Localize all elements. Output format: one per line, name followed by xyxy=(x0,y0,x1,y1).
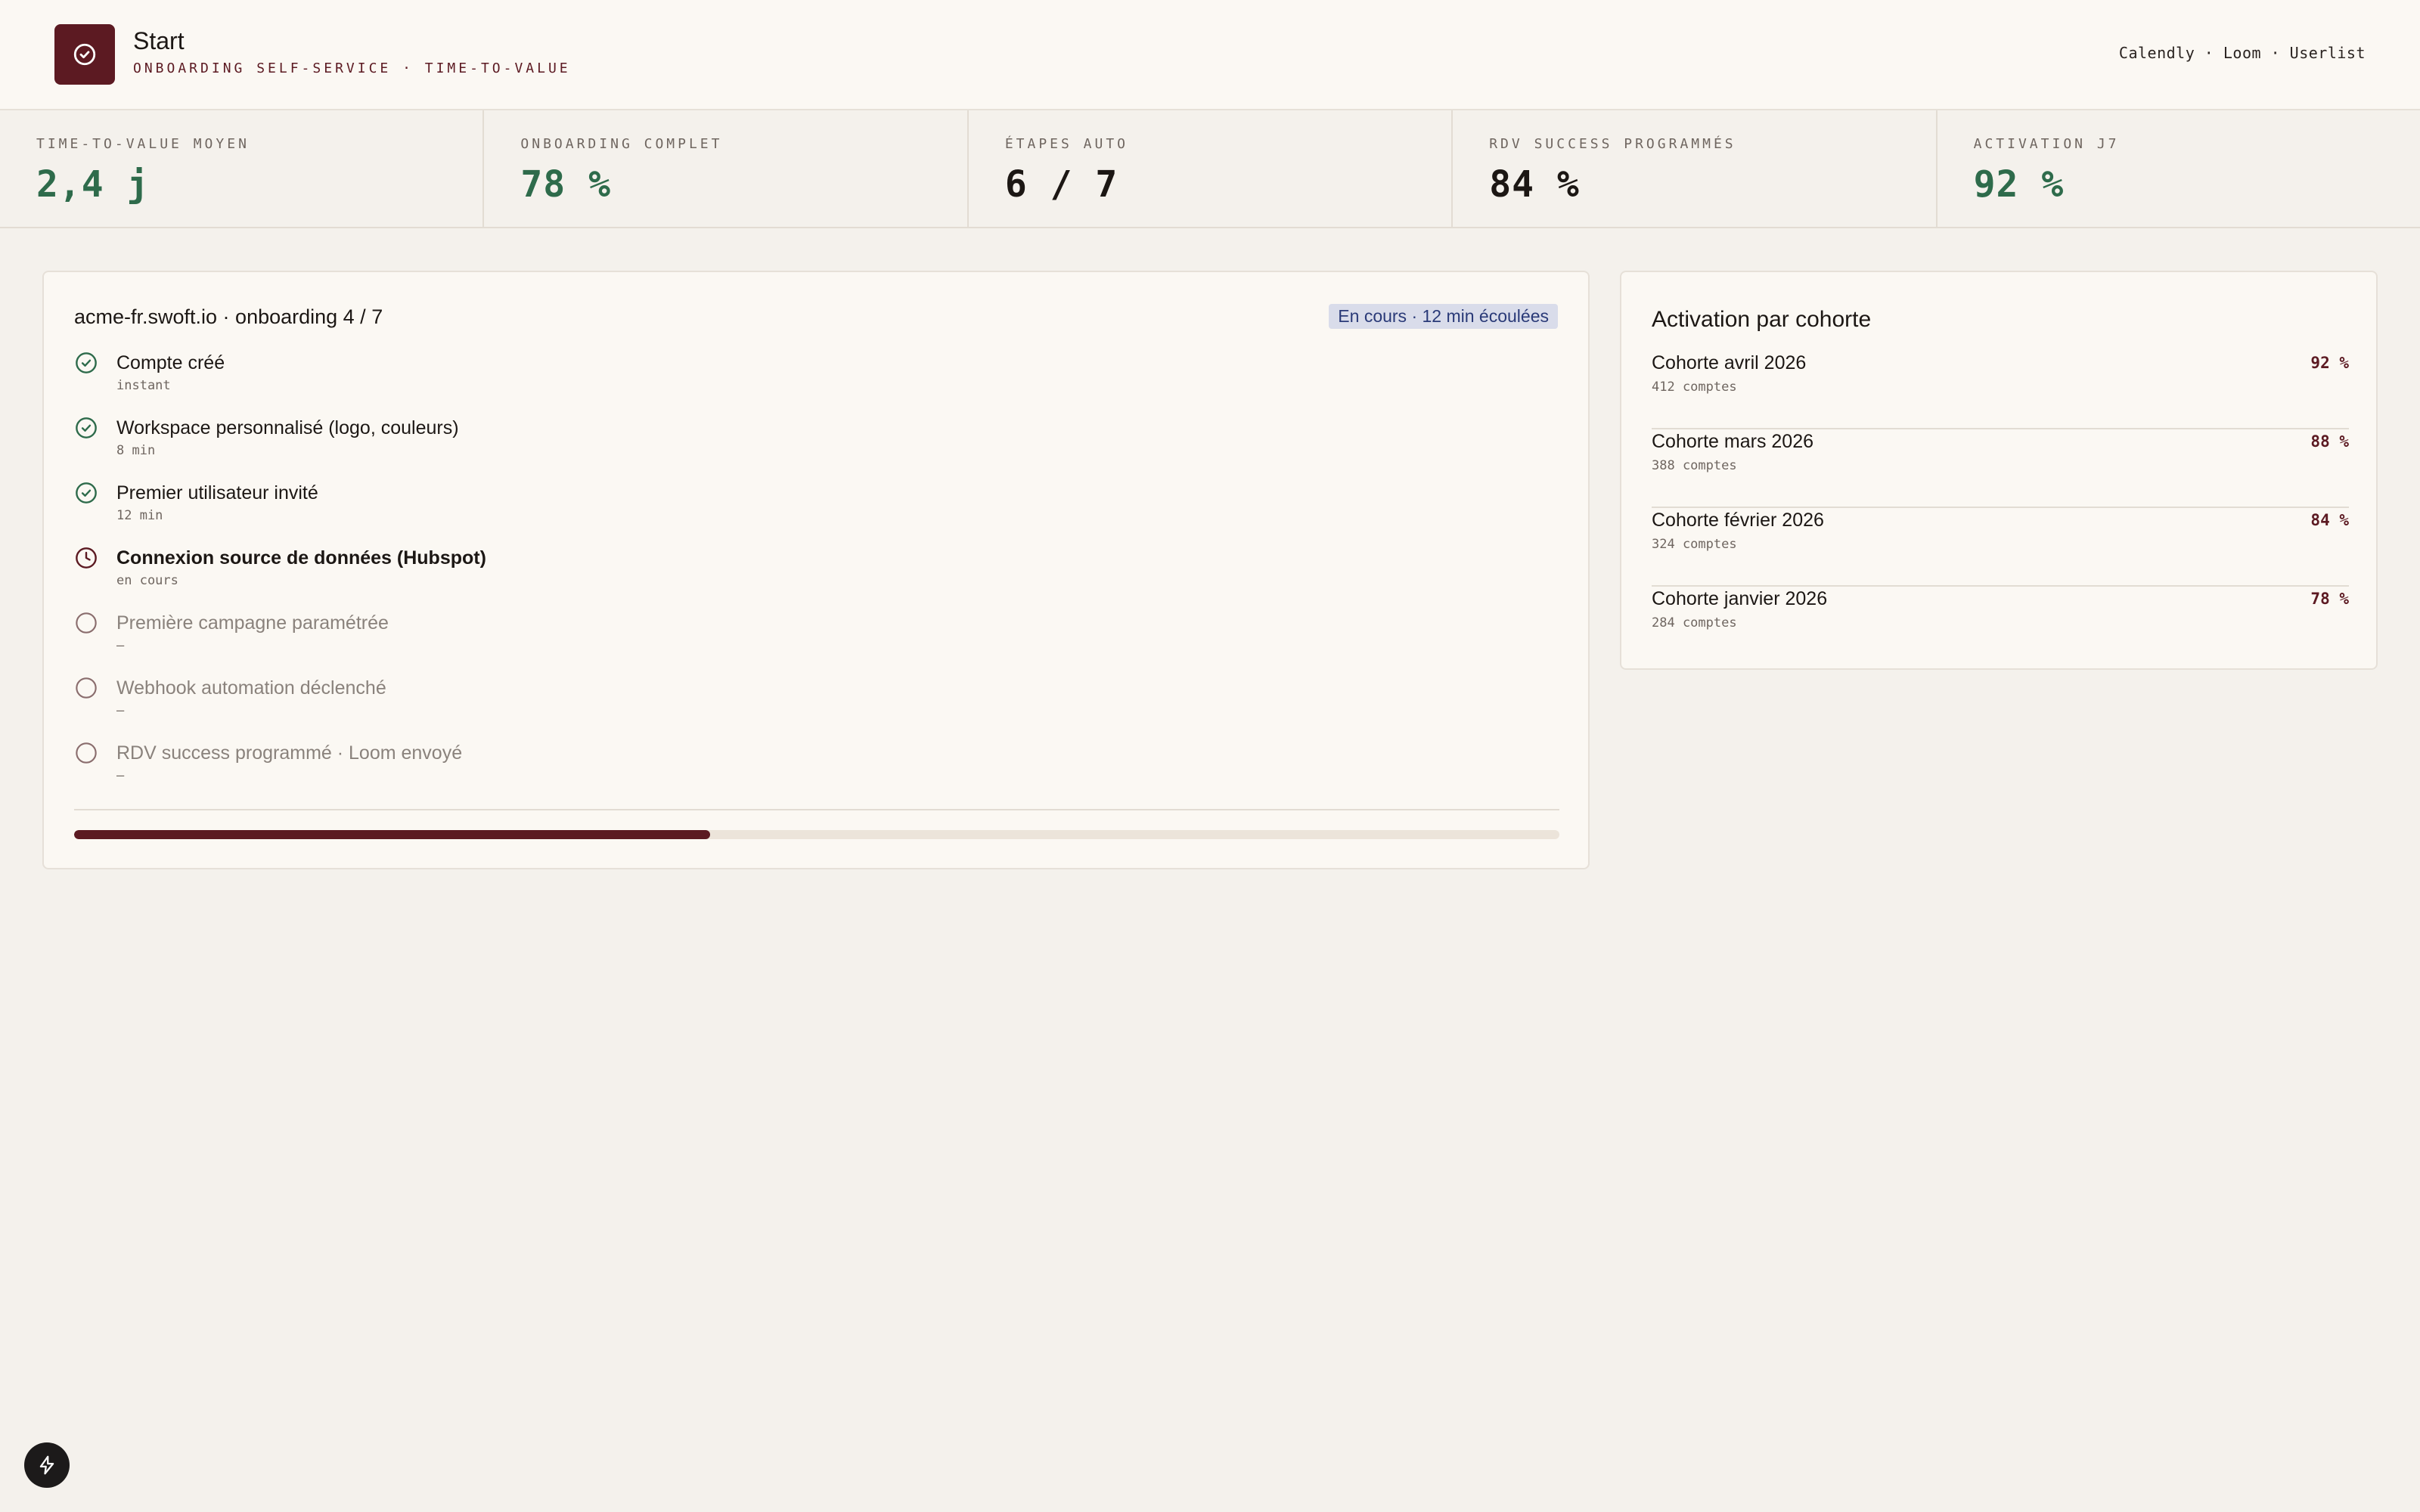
cohort-row[interactable]: Cohorte février 2026 324 comptes 84 % xyxy=(1652,508,2349,587)
step-meta: instant xyxy=(116,378,171,393)
cohort-percent: 88 % xyxy=(2310,432,2349,451)
cohort-percent: 92 % xyxy=(2310,354,2349,372)
onboarding-card: acme-fr.swoft.io · onboarding 4 / 7 En c… xyxy=(42,271,1590,869)
step-meta: — xyxy=(116,638,125,653)
onboarding-steps: Compte créé instant Workspace personnali… xyxy=(74,351,1559,806)
kpi-value: 78 % xyxy=(520,163,611,206)
kpi-etapes-auto: ÉTAPES AUTO 6 / 7 xyxy=(969,110,1454,227)
step-label: RDV success programmé · Loom envoyé xyxy=(116,742,463,764)
step-meta: 8 min xyxy=(116,443,156,458)
cohort-row[interactable]: Cohorte avril 2026 412 comptes 92 % xyxy=(1652,351,2349,429)
kpi-activation-j7: ACTIVATION J7 92 % xyxy=(1938,110,2420,227)
kpi-time-to-value: TIME-TO-VALUE MOYEN 2,4 j xyxy=(0,110,485,227)
kpi-label: TIME-TO-VALUE MOYEN xyxy=(36,136,250,152)
step-connexion-source[interactable]: Connexion source de données (Hubspot) en… xyxy=(74,546,1559,611)
step-meta: — xyxy=(116,703,125,718)
empty-circle-icon xyxy=(76,677,97,699)
step-label: Première campagne paramétrée xyxy=(116,612,389,634)
cohort-count: 412 comptes xyxy=(1652,380,1737,395)
step-premier-utilisateur[interactable]: Premier utilisateur invité 12 min xyxy=(74,481,1559,546)
kpi-value: 84 % xyxy=(1489,163,1580,206)
empty-circle-icon xyxy=(76,742,97,764)
onboarding-title: acme-fr.swoft.io · onboarding 4 / 7 xyxy=(74,305,383,328)
step-label: Workspace personnalisé (logo, couleurs) xyxy=(116,417,459,438)
step-workspace[interactable]: Workspace personnalisé (logo, couleurs) … xyxy=(74,416,1559,481)
kpi-onboarding-complet: ONBOARDING COMPLET 78 % xyxy=(484,110,969,227)
cohort-name: Cohorte janvier 2026 xyxy=(1652,588,1828,609)
kpi-label: ÉTAPES AUTO xyxy=(1004,136,1129,152)
progress-fill xyxy=(74,830,710,839)
check-circle-icon xyxy=(76,352,97,373)
app-subtitle: ONBOARDING SELF-SERVICE · TIME-TO-VALUE xyxy=(133,60,571,76)
step-label: Webhook automation déclenché xyxy=(116,677,386,699)
cohort-list: Cohorte avril 2026 412 comptes 92 % Coho… xyxy=(1652,351,2349,665)
cohort-name: Cohorte avril 2026 xyxy=(1652,352,1807,373)
cohort-count: 388 comptes xyxy=(1652,458,1737,473)
check-circle-icon xyxy=(73,43,96,66)
kpi-rdv-success: RDV SUCCESS PROGRAMMÉS 84 % xyxy=(1453,110,1938,227)
cohort-name: Cohorte mars 2026 xyxy=(1652,431,1814,452)
cohort-percent: 84 % xyxy=(2310,511,2349,529)
check-circle-icon xyxy=(76,482,97,503)
cohort-percent: 78 % xyxy=(2310,590,2349,608)
step-rdv-success[interactable]: RDV success programmé · Loom envoyé — xyxy=(74,741,1559,806)
step-premiere-campagne[interactable]: Première campagne paramétrée — xyxy=(74,611,1559,676)
cohort-title: Activation par cohorte xyxy=(1652,307,1872,332)
app-logo[interactable] xyxy=(54,24,115,85)
kpi-label: ACTIVATION J7 xyxy=(1973,136,2120,152)
kpi-row: TIME-TO-VALUE MOYEN 2,4 j ONBOARDING COM… xyxy=(0,110,2420,228)
cohort-row[interactable]: Cohorte mars 2026 388 comptes 88 % xyxy=(1652,429,2349,508)
cohort-card: Activation par cohorte Cohorte avril 202… xyxy=(1620,271,2378,670)
kpi-value: 6 / 7 xyxy=(1004,163,1118,206)
step-label: Compte créé xyxy=(116,352,225,373)
empty-circle-icon xyxy=(76,612,97,634)
step-webhook[interactable]: Webhook automation déclenché — xyxy=(74,676,1559,741)
divider xyxy=(74,809,1559,810)
cohort-name: Cohorte février 2026 xyxy=(1652,510,1824,531)
kpi-value: 92 % xyxy=(1973,163,2065,206)
kpi-label: RDV SUCCESS PROGRAMMÉS xyxy=(1489,136,1736,152)
app-title: Start xyxy=(133,27,185,54)
step-meta: 12 min xyxy=(116,508,163,523)
lightning-icon xyxy=(39,1455,54,1475)
clock-icon xyxy=(76,547,97,569)
status-badge: En cours · 12 min écoulées xyxy=(1329,304,1558,329)
step-label: Premier utilisateur invité xyxy=(116,482,318,503)
cohort-count: 324 comptes xyxy=(1652,537,1737,552)
cohort-row[interactable]: Cohorte janvier 2026 284 comptes 78 % xyxy=(1652,587,2349,665)
kpi-value: 2,4 j xyxy=(36,163,150,206)
cohort-count: 284 comptes xyxy=(1652,615,1737,631)
onboarding-progress-bar xyxy=(74,830,1559,839)
app-header: Start ONBOARDING SELF-SERVICE · TIME-TO-… xyxy=(0,0,2420,110)
step-compte-cree[interactable]: Compte créé instant xyxy=(74,351,1559,416)
kpi-label: ONBOARDING COMPLET xyxy=(520,136,723,152)
step-label: Connexion source de données (Hubspot) xyxy=(116,547,486,569)
step-meta: — xyxy=(116,768,125,783)
step-meta: en cours xyxy=(116,573,178,588)
integrations-list[interactable]: Calendly · Loom · Userlist xyxy=(2119,44,2366,62)
check-circle-icon xyxy=(76,417,97,438)
quick-action-button[interactable] xyxy=(24,1442,70,1488)
